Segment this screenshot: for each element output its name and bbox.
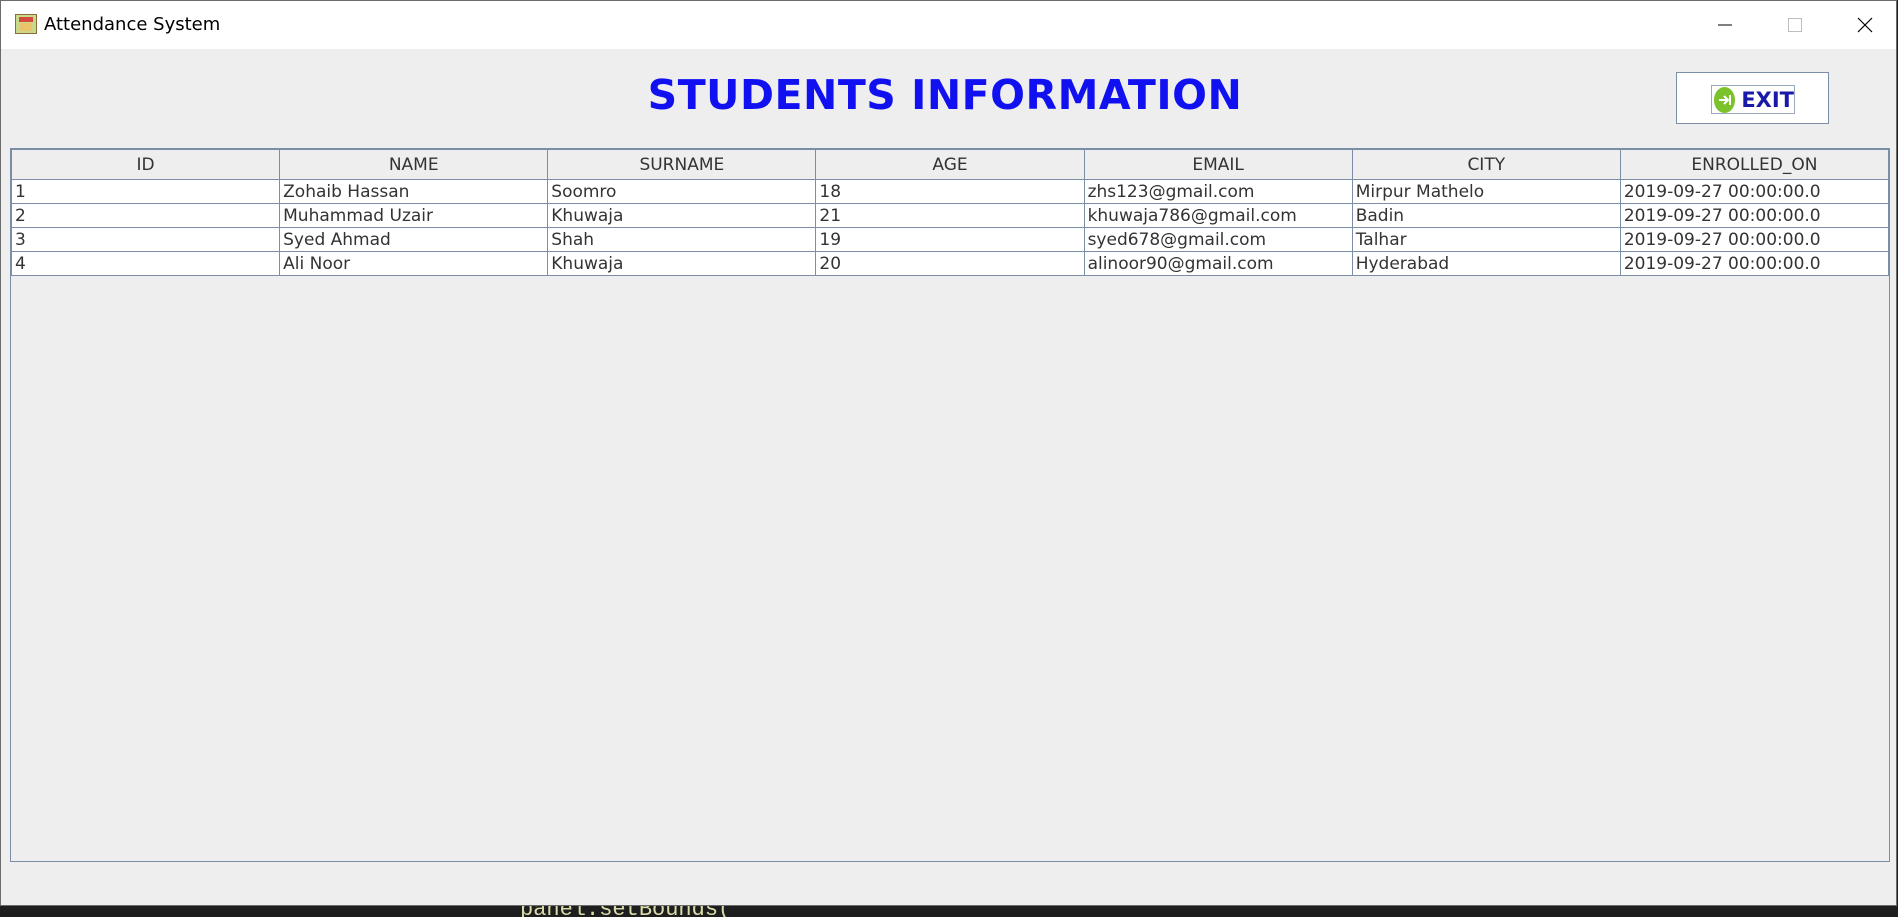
table-cell[interactable]: 2019-09-27 00:00:00.0 <box>1619 203 1890 228</box>
maximize-icon <box>1788 18 1802 32</box>
table-cell[interactable]: alinoor90@gmail.com <box>1083 251 1353 276</box>
column-header-name[interactable]: NAME <box>279 149 549 180</box>
page-title: STUDENTS INFORMATION <box>647 71 1243 119</box>
table-row[interactable]: 1 Zohaib Hassan Soomro 18 zhs123@gmail.c… <box>10 179 1890 204</box>
column-header-id[interactable]: ID <box>10 149 281 180</box>
table-cell[interactable]: Ali Noor <box>279 251 549 276</box>
table-row[interactable]: 4 Ali Noor Khuwaja 20 alinoor90@gmail.co… <box>10 251 1890 276</box>
table-cell[interactable]: zhs123@gmail.com <box>1083 179 1353 204</box>
title-bar: Attendance System <box>1 1 1896 49</box>
table-cell[interactable]: 3 <box>10 227 281 252</box>
table-cell[interactable]: 1 <box>10 179 281 204</box>
table-cell[interactable]: khuwaja786@gmail.com <box>1083 203 1353 228</box>
table-cell[interactable]: Badin <box>1351 203 1621 228</box>
minimize-button[interactable] <box>1690 1 1760 49</box>
table-cell[interactable]: Zohaib Hassan <box>279 179 549 204</box>
background-code-fragment: panel.setBounds( <box>520 906 731 917</box>
table-cell[interactable]: 2019-09-27 00:00:00.0 <box>1619 251 1890 276</box>
table-cell[interactable]: 4 <box>10 251 281 276</box>
table-cell[interactable]: 2019-09-27 00:00:00.0 <box>1619 179 1890 204</box>
window-title: Attendance System <box>44 14 221 35</box>
table-cell[interactable]: syed678@gmail.com <box>1083 227 1353 252</box>
exit-icon <box>1714 86 1736 113</box>
table-cell[interactable]: Muhammad Uzair <box>279 203 549 228</box>
table-row[interactable]: 2 Muhammad Uzair Khuwaja 21 khuwaja786@g… <box>10 203 1890 228</box>
column-header-enrolled-on[interactable]: ENROLLED_ON <box>1619 149 1890 180</box>
exit-label: EXIT <box>1741 87 1794 112</box>
table-cell[interactable]: Talhar <box>1351 227 1621 252</box>
background-editor: panel.setBounds( <box>0 906 1898 917</box>
column-header-email[interactable]: EMAIL <box>1083 149 1353 180</box>
exit-button-focus: EXIT <box>1711 85 1795 114</box>
close-icon <box>1857 17 1873 33</box>
exit-button[interactable]: EXIT <box>1676 72 1829 124</box>
table-cell[interactable]: Hyderabad <box>1351 251 1621 276</box>
table-cell[interactable]: Mirpur Mathelo <box>1351 179 1621 204</box>
table-cell[interactable]: Shah <box>547 227 817 252</box>
table-cell[interactable]: 2019-09-27 00:00:00.0 <box>1619 227 1890 252</box>
table-row[interactable]: 3 Syed Ahmad Shah 19 syed678@gmail.com T… <box>10 227 1890 252</box>
app-icon <box>15 14 37 34</box>
table-cell[interactable]: 21 <box>815 203 1085 228</box>
maximize-button[interactable] <box>1760 1 1830 49</box>
column-header-surname[interactable]: SURNAME <box>547 149 817 180</box>
table-cell[interactable]: 2 <box>10 203 281 228</box>
students-table: ID NAME SURNAME AGE EMAIL CITY ENROLLED_… <box>10 149 1890 276</box>
table-cell[interactable]: Khuwaja <box>547 203 817 228</box>
table-cell[interactable]: Khuwaja <box>547 251 817 276</box>
table-cell[interactable]: 19 <box>815 227 1085 252</box>
students-table-scrollpane[interactable]: ID NAME SURNAME AGE EMAIL CITY ENROLLED_… <box>10 148 1890 862</box>
table-cell[interactable]: 20 <box>815 251 1085 276</box>
table-cell[interactable]: Syed Ahmad <box>279 227 549 252</box>
table-cell[interactable]: Soomro <box>547 179 817 204</box>
column-header-age[interactable]: AGE <box>815 149 1085 180</box>
column-header-city[interactable]: CITY <box>1351 149 1621 180</box>
app-window: Attendance System STUDENTS INFORMATION E… <box>0 0 1897 906</box>
minimize-icon <box>1718 24 1732 26</box>
table-cell[interactable]: 18 <box>815 179 1085 204</box>
table-header-row: ID NAME SURNAME AGE EMAIL CITY ENROLLED_… <box>10 149 1890 180</box>
close-button[interactable] <box>1830 1 1898 49</box>
